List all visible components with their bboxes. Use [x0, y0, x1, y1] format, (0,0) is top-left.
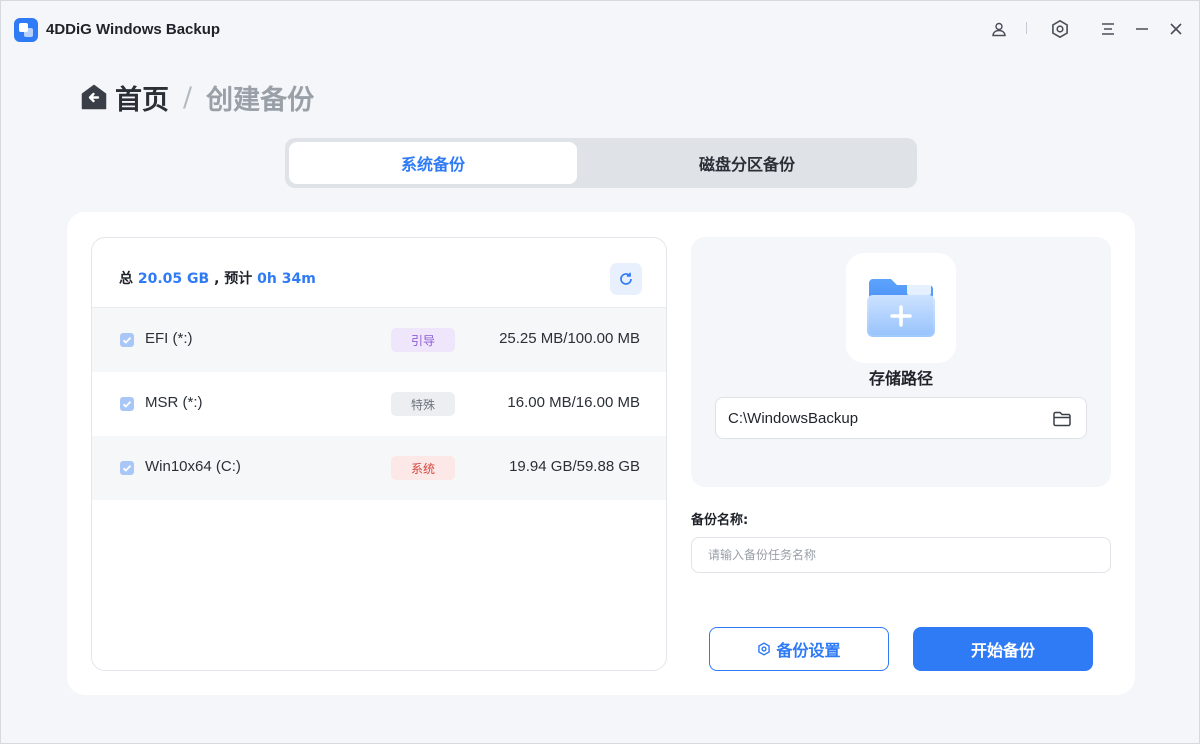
storage-path-label: 存储路径 [868, 369, 933, 388]
start-backup-button[interactable]: 开始备份 [913, 627, 1093, 671]
close-icon[interactable] [1165, 18, 1187, 40]
storage-panel: 存储路径 C:\WindowsBackup [691, 237, 1111, 487]
partition-panel: 总 20.05 GB , 预计 0h 34m EFI (*:) 引导 25.25… [91, 237, 667, 671]
partition-name: EFI (*:) [145, 330, 193, 347]
partition-checkbox[interactable] [120, 461, 134, 475]
tab-system-backup[interactable]: 系统备份 [289, 142, 577, 184]
backup-type-tabs: 系统备份 磁盘分区备份 [285, 138, 917, 188]
estimate-label: , 预计 [214, 271, 253, 287]
partition-row[interactable]: MSR (*:) 特殊 16.00 MB/16.00 MB [92, 372, 666, 436]
home-icon[interactable] [81, 84, 107, 110]
partition-row[interactable]: Win10x64 (C:) 系统 19.94 GB/59.88 GB [92, 436, 666, 500]
minimize-icon[interactable] [1131, 18, 1153, 40]
partition-type-badge: 引导 [391, 328, 455, 352]
browse-folder-icon[interactable] [1052, 409, 1072, 429]
storage-path-field[interactable]: C:\WindowsBackup [715, 397, 1087, 439]
partition-checkbox[interactable] [120, 397, 134, 411]
menu-icon[interactable] [1097, 18, 1119, 40]
partition-name: Win10x64 (C:) [145, 458, 241, 475]
breadcrumb-home[interactable]: 首页 [115, 78, 169, 117]
partition-size: 16.00 MB/16.00 MB [507, 394, 640, 411]
partition-size: 25.25 MB/100.00 MB [499, 330, 640, 347]
total-size: 20.05 GB [137, 271, 210, 287]
partition-type-badge: 特殊 [391, 392, 455, 416]
estimate-time: 0h 34m [257, 271, 316, 287]
app-window: 4DDiG Windows Backup 首页 / 创建备份 系统备份 磁盘分区… [0, 0, 1200, 744]
backup-name-input[interactable] [691, 537, 1111, 573]
backup-settings-button[interactable]: 备份设置 [709, 627, 889, 671]
storage-path-value: C:\WindowsBackup [728, 410, 859, 427]
total-label: 总 [119, 271, 133, 287]
refresh-button[interactable] [610, 263, 642, 295]
partition-checkbox[interactable] [120, 333, 134, 347]
add-folder-icon [867, 279, 935, 337]
partition-name: MSR (*:) [145, 394, 203, 411]
tab-disk-partition-backup[interactable]: 磁盘分区备份 [581, 142, 913, 184]
backup-settings-label: 备份设置 [776, 641, 841, 660]
refresh-icon [620, 272, 632, 285]
titlebar-divider [1026, 22, 1027, 34]
partition-type-badge: 系统 [391, 456, 455, 480]
partition-row[interactable]: EFI (*:) 引导 25.25 MB/100.00 MB [92, 308, 666, 372]
title-bar: 4DDiG Windows Backup [1, 1, 1200, 57]
gear-icon [758, 642, 771, 656]
breadcrumb-current: 创建备份 [206, 84, 315, 116]
partition-size: 19.94 GB/59.88 GB [509, 458, 640, 475]
breadcrumb-separator: / [183, 81, 193, 113]
account-icon[interactable] [988, 18, 1010, 40]
app-logo [14, 18, 38, 42]
app-title: 4DDiG Windows Backup [46, 21, 221, 38]
add-folder-tile[interactable] [846, 253, 956, 363]
settings-icon[interactable] [1049, 18, 1071, 40]
backup-summary: 总 20.05 GB , 预计 0h 34m [119, 268, 316, 288]
backup-name-label: 备份名称: [691, 513, 749, 528]
breadcrumb: 首页 / 创建备份 [81, 78, 315, 117]
